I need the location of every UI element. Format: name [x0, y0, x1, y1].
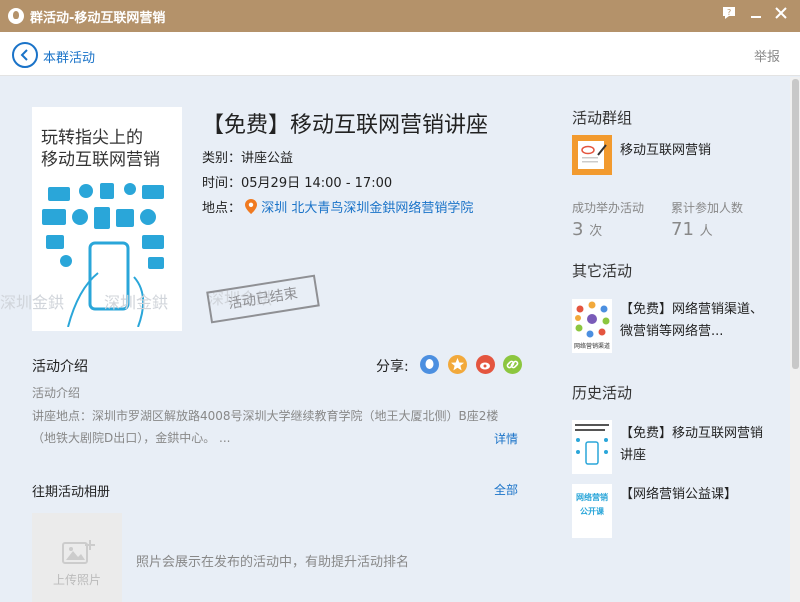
back-to-group-activities-link[interactable]: 本群活动 [43, 47, 95, 66]
location-link[interactable]: 深圳 北大青鸟深圳金鉷网络营销学院 [261, 201, 473, 216]
history-activity-link-1[interactable]: 【免费】移动互联网营销讲座 [620, 423, 770, 467]
hosted-activities-label: 成功举办活动 [572, 201, 645, 215]
nav-bar: 本群活动 举报 [0, 32, 800, 76]
title-bar: 群活动-移动互联网营销 ? [0, 0, 800, 32]
qq-penguin-icon [8, 8, 24, 24]
watermark: 深圳金鉷 [0, 293, 65, 312]
participants-label: 累计参加人数 [671, 201, 744, 215]
feedback-icon[interactable]: ? [718, 6, 740, 26]
time-label: 时间： [202, 176, 242, 191]
group-name-link[interactable]: 移动互联网营销 [620, 139, 711, 158]
minimize-button[interactable] [745, 6, 767, 26]
history-thumbnail-line2: 公开课 [580, 507, 604, 516]
category-row: 类别：讲座公益 [202, 147, 293, 166]
album-all-link[interactable]: 全部 [494, 481, 518, 498]
notebook-icon [578, 141, 607, 169]
time-row: 时间：05月29日 14:00 - 17:00 [202, 172, 392, 191]
main-content: 玩转指尖上的 移动互联网营销 【免费】移动互联网营销讲座 类别：讲座公益 时间：… [0, 77, 790, 602]
category-label: 类别： [202, 151, 242, 166]
activity-title: 【免费】移动互联网营销讲座 [202, 113, 489, 138]
upload-photo-label: 上传照片 [52, 573, 101, 587]
network-thumbnail-icon [575, 301, 610, 338]
hosted-activities-count: 3 [572, 219, 584, 240]
intro-section-title: 活动介绍 [32, 359, 88, 375]
history-activity-thumbnail-1[interactable] [572, 420, 612, 474]
poster-line1: 玩转指尖上的 [41, 128, 143, 148]
category-value: 讲座公益 [241, 151, 294, 166]
history-section-title: 历史活动 [572, 384, 633, 402]
other-activity-thumbnail[interactable]: 网络营销渠道 [572, 299, 612, 353]
upload-hint: 照片会展示在发布的活动中，有助提升活动排名 [136, 555, 410, 570]
share-label: 分享: [376, 359, 409, 375]
details-link[interactable]: 详情 [494, 430, 518, 447]
time-value: 05月29日 14:00 - 17:00 [241, 176, 393, 191]
location-pin-icon [245, 199, 258, 214]
back-arrow-icon[interactable] [12, 42, 38, 68]
participants-unit: 人 [699, 224, 713, 239]
share-link-icon[interactable] [503, 355, 522, 374]
hosted-activities-value: 3 次 [572, 219, 602, 240]
history-thumbnail-line1: 网络营销 [576, 493, 608, 502]
close-button[interactable] [770, 6, 792, 26]
share-qzone-icon[interactable] [448, 355, 467, 374]
intro-sub-label: 活动介绍 [32, 386, 81, 400]
location-label: 地点： [202, 201, 242, 216]
history-activity-thumbnail-2[interactable]: 网络营销 公开课 [572, 484, 612, 538]
watermark: 深圳金鉷 [104, 293, 169, 312]
poster-line2: 移动互联网营销 [41, 150, 160, 170]
history-activity-link-2[interactable]: 【网络营销公益课】 [620, 484, 770, 506]
vertical-scrollbar[interactable] [790, 77, 800, 602]
window-title: 群活动-移动互联网营销 [30, 11, 166, 26]
group-section-title: 活动群组 [572, 109, 633, 127]
other-section-title: 其它活动 [572, 262, 633, 280]
scrollbar-thumb[interactable] [792, 79, 799, 369]
group-avatar[interactable] [572, 135, 612, 175]
album-section-title: 往期活动相册 [32, 485, 111, 500]
participants-value: 71 人 [671, 219, 713, 240]
activity-ended-stamp: 活动已结束 [206, 274, 320, 324]
other-thumbnail-caption: 网络营销渠道 [573, 343, 610, 350]
report-link[interactable]: 举报 [754, 46, 780, 65]
location-row: 地点： 深圳 北大青鸟深圳金鉷网络营销学院 [202, 197, 473, 216]
upload-photo-button[interactable]: 上传照片 [32, 513, 122, 602]
add-photo-icon [62, 540, 95, 564]
participants-count: 71 [671, 219, 694, 240]
svg-text:?: ? [727, 8, 731, 17]
share-qq-icon[interactable] [420, 355, 439, 374]
other-activity-link[interactable]: 【免费】网络营销渠道、微营销等网络营... [620, 299, 770, 343]
poster-thumbnail-icon [575, 424, 609, 465]
share-weibo-icon[interactable] [476, 355, 495, 374]
intro-description: 讲座地点：深圳市罗湖区解放路4008号深圳大学继续教育学院（地王大厦北侧）B座2… [32, 409, 499, 445]
hosted-activities-unit: 次 [589, 224, 603, 239]
